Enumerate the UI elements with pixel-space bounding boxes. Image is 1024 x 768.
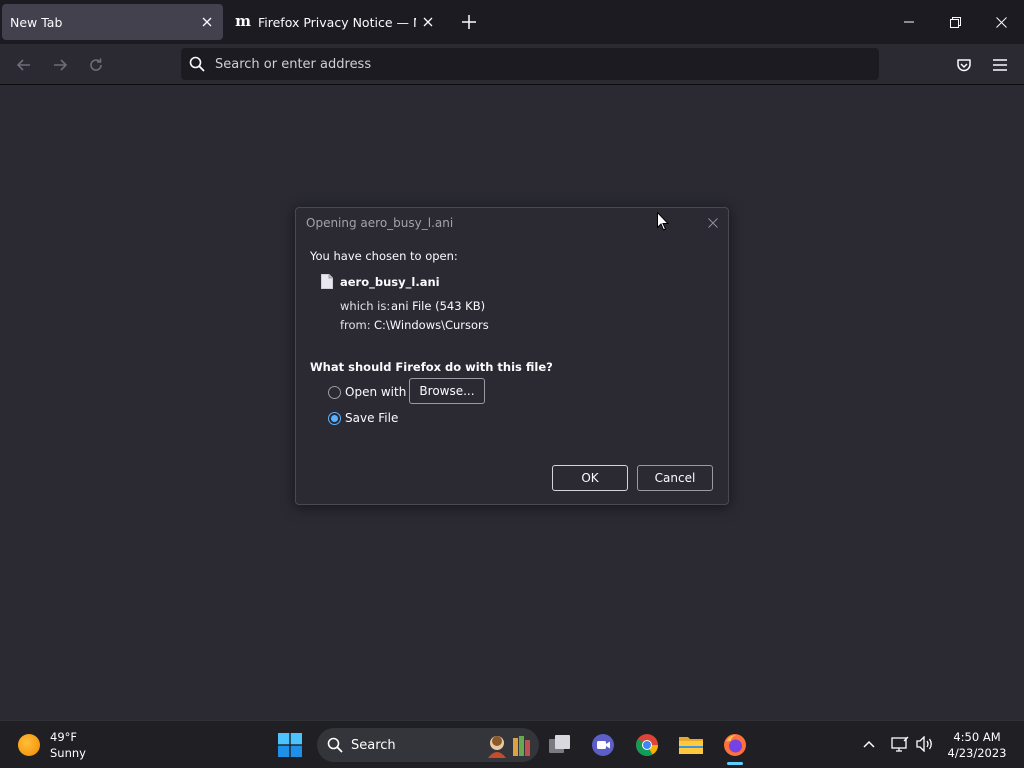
- navigation-toolbar: [0, 44, 1024, 85]
- clock-date: 4/23/2023: [947, 746, 1007, 760]
- speaker-icon: [916, 736, 932, 752]
- open-with-radio[interactable]: [328, 385, 341, 399]
- from-label: from:: [340, 318, 371, 332]
- close-tab-icon[interactable]: [416, 10, 440, 34]
- restore-icon: [949, 16, 961, 28]
- new-tab-button[interactable]: [456, 9, 482, 35]
- tab-title: Firefox Privacy Notice — Mozilla: [258, 14, 416, 30]
- chrome-icon: [636, 734, 658, 756]
- minimize-icon: [904, 21, 914, 23]
- network-button[interactable]: [889, 733, 911, 755]
- video-chat-icon: [592, 734, 614, 756]
- tab-new-tab[interactable]: New Tab: [2, 4, 223, 40]
- cancel-button[interactable]: Cancel: [637, 465, 713, 491]
- file-type-value: ani File (543 KB): [391, 299, 486, 313]
- plus-icon: [462, 15, 476, 29]
- source-path-value: C:\Windows\Cursors: [374, 318, 489, 332]
- address-bar[interactable]: [181, 48, 879, 80]
- search-icon: [327, 737, 343, 753]
- task-view-icon: [549, 735, 570, 753]
- mozilla-m-icon: m: [235, 12, 251, 30]
- reload-icon: [90, 58, 102, 71]
- volume-button[interactable]: [914, 733, 936, 755]
- taskbar-search[interactable]: Search: [317, 728, 539, 762]
- folder-icon: [679, 737, 703, 754]
- dialog-close-button[interactable]: [703, 214, 723, 232]
- back-arrow-icon: [16, 59, 30, 71]
- back-button[interactable]: [9, 50, 39, 80]
- restore-button[interactable]: [932, 0, 978, 44]
- windows-taskbar: 49°F Sunny Search 4:50 AM 4/23/2023: [0, 720, 1024, 768]
- network-icon: [891, 736, 909, 752]
- windows-logo-icon: [278, 733, 302, 757]
- start-button[interactable]: [276, 731, 304, 759]
- file-open-dialog: Opening aero_busy_l.ani You have chosen …: [295, 207, 729, 505]
- chrome-button[interactable]: [633, 731, 661, 759]
- open-with-option[interactable]: Open with: [328, 385, 406, 399]
- file-icon: [321, 274, 333, 289]
- browse-button[interactable]: Browse...: [409, 378, 485, 404]
- weather-temperature: 49°F: [50, 730, 77, 744]
- pocket-button[interactable]: [949, 50, 979, 80]
- save-file-label: Save File: [345, 411, 399, 425]
- tab-strip: New Tab m Firefox Privacy Notice — Mozil…: [0, 0, 1024, 44]
- search-highlight-icon: [488, 736, 530, 758]
- tab-firefox-privacy-notice[interactable]: m Firefox Privacy Notice — Mozilla: [226, 4, 444, 40]
- clock-time: 4:50 AM: [953, 730, 1001, 744]
- system-clock[interactable]: 4:50 AM 4/23/2023: [940, 729, 1014, 761]
- forward-arrow-icon: [54, 59, 68, 71]
- weather-condition: Sunny: [50, 746, 86, 760]
- hamburger-menu-icon: [993, 59, 1007, 71]
- minimize-button[interactable]: [886, 0, 932, 44]
- dialog-title: Opening aero_busy_l.ani: [306, 216, 454, 230]
- ok-button[interactable]: OK: [552, 465, 628, 491]
- sun-icon: [18, 734, 40, 756]
- firefox-taskbar-button[interactable]: [721, 731, 749, 759]
- mouse-cursor-icon: [657, 212, 669, 231]
- close-icon: [708, 218, 718, 228]
- active-app-indicator: [727, 762, 743, 765]
- search-icon: [189, 56, 205, 72]
- chevron-up-icon: [863, 740, 875, 748]
- taskbar-search-label: Search: [351, 737, 396, 753]
- task-view-button[interactable]: [546, 731, 574, 759]
- file-name: aero_busy_l.ani: [340, 275, 440, 289]
- url-input[interactable]: [215, 56, 815, 72]
- file-explorer-button[interactable]: [677, 731, 705, 759]
- close-icon: [995, 16, 1007, 28]
- menu-button[interactable]: [985, 50, 1015, 80]
- pocket-icon: [957, 59, 971, 72]
- open-with-label: Open with: [345, 385, 407, 399]
- close-tab-icon[interactable]: [195, 10, 219, 34]
- which-is-label: which is:: [340, 299, 391, 313]
- tab-title: New Tab: [10, 14, 63, 30]
- firefox-icon: [724, 734, 746, 756]
- close-window-button[interactable]: [978, 0, 1024, 44]
- save-file-radio[interactable]: [328, 411, 341, 425]
- teams-chat-button[interactable]: [589, 731, 617, 759]
- action-question: What should Firefox do with this file?: [310, 360, 553, 374]
- save-file-option[interactable]: Save File: [328, 411, 398, 425]
- show-hidden-icons-button[interactable]: [858, 733, 880, 755]
- forward-button[interactable]: [45, 50, 75, 80]
- chosen-to-open-label: You have chosen to open:: [310, 249, 458, 263]
- weather-widget[interactable]: 49°F Sunny: [18, 729, 86, 761]
- reload-button[interactable]: [81, 50, 111, 80]
